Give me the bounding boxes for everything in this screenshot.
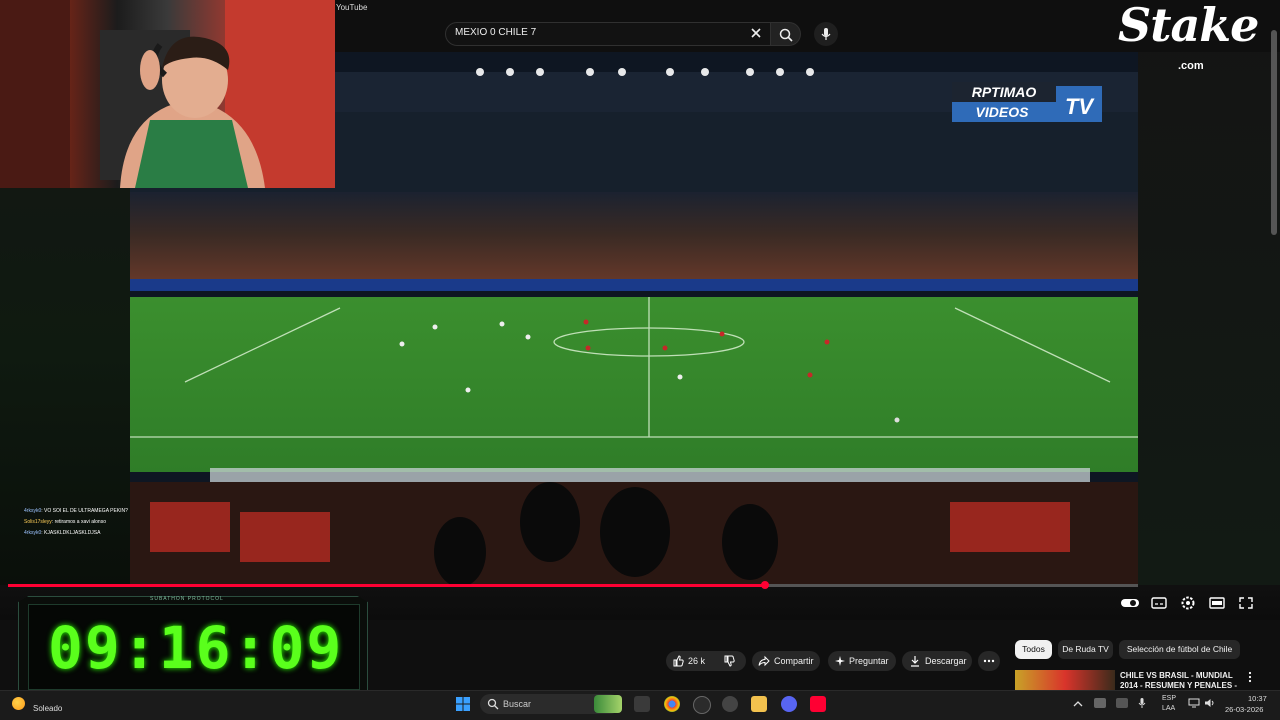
more-vert-icon[interactable]: [1246, 671, 1254, 683]
search-button[interactable]: [771, 22, 801, 46]
clock-time[interactable]: 10:37: [1248, 694, 1267, 703]
progress-scrubber[interactable]: [761, 581, 769, 589]
watermark-line2: VIDEOS: [976, 104, 1030, 120]
recommendation-title[interactable]: CHILE VS BRASIL - MUNDIAL 2014 - RESUMEN…: [1120, 671, 1240, 691]
keyboard-language[interactable]: ESP: [1162, 695, 1176, 702]
voice-search-button[interactable]: [814, 22, 838, 46]
right-background: [1138, 0, 1280, 585]
chip-topic[interactable]: Selección de fútbol de Chile: [1119, 640, 1240, 659]
chat-text: : VO SOI EL DE ULTRAMEGA PEKIN?: [41, 508, 128, 514]
browser-icon[interactable]: [693, 696, 711, 714]
page-scrollbar[interactable]: [1271, 30, 1277, 235]
youtube-app-icon[interactable]: [810, 696, 826, 712]
network-icon[interactable]: [1188, 698, 1200, 708]
thumbs-down-icon[interactable]: [723, 655, 735, 667]
window-title: YouTube: [336, 3, 368, 12]
chrome-icon[interactable]: [664, 696, 680, 712]
subtitles-icon[interactable]: [1150, 595, 1168, 611]
chat-message: 4rksyk0: VO SOI EL DE ULTRAMEGA PEKIN?: [24, 508, 128, 514]
more-icon: [983, 659, 995, 663]
chat-username: 4rksyk0: [24, 508, 42, 514]
search-query-text: MEXIO 0 CHILE 7: [455, 27, 537, 38]
microphone-tray-icon[interactable]: [1137, 697, 1147, 709]
progress-fill: [8, 584, 765, 587]
streamer-webcam: [0, 0, 335, 188]
like-dislike-group: 26 k: [666, 651, 746, 671]
recommendation-thumbnail[interactable]: [1015, 670, 1115, 690]
timer-label: SUBATHON PROTOCOL: [150, 596, 224, 602]
volume-icon[interactable]: [1204, 698, 1216, 708]
chat-message: 4rksyk0: KJASKLDKLJASKLDJSA: [24, 530, 100, 536]
chat-text: : retiramos a xavi alonso: [51, 519, 106, 525]
download-button[interactable]: Descargar: [902, 651, 972, 671]
gear-icon[interactable]: [1179, 595, 1197, 611]
download-label: Descargar: [925, 656, 967, 666]
clock-date[interactable]: 26-03-2026: [1225, 705, 1263, 714]
app-tray-icon[interactable]: [1116, 698, 1128, 708]
folder-icon[interactable]: [751, 696, 767, 712]
ask-label: Preguntar: [849, 656, 889, 666]
more-actions-button[interactable]: [978, 651, 1000, 671]
share-icon: [758, 655, 770, 667]
media-player-icon[interactable]: [722, 696, 738, 712]
chat-username: 4rksyk0: [24, 530, 42, 536]
chat-message: Solis17sleyy: retiramos a xavi alonso: [24, 519, 106, 525]
stake-logo-domain: .com: [1178, 60, 1204, 72]
sparkle-icon: [835, 656, 845, 666]
ask-button[interactable]: Preguntar: [828, 651, 896, 671]
chip-channel[interactable]: De Ruda TV: [1058, 640, 1113, 659]
windows-start-icon[interactable]: [455, 696, 471, 712]
like-count[interactable]: 26 k: [688, 651, 705, 671]
watermark-line1: RPTIMAO: [972, 84, 1037, 100]
sun-icon[interactable]: [12, 697, 25, 710]
share-button[interactable]: Compartir: [752, 651, 820, 671]
search-highlight-icon: [594, 695, 622, 713]
watermark-tv: TV: [1065, 94, 1095, 119]
search-icon: [487, 698, 499, 710]
task-view-icon[interactable]: [634, 696, 650, 712]
chevron-up-icon[interactable]: [1073, 700, 1083, 708]
keyboard-layout[interactable]: LAA: [1162, 705, 1175, 712]
autoplay-toggle-icon[interactable]: [1121, 595, 1139, 611]
stake-logo-text: Stake: [1118, 0, 1259, 52]
discord-icon[interactable]: [781, 696, 797, 712]
thumbs-up-icon[interactable]: [672, 655, 684, 667]
microphone-icon: [821, 28, 831, 40]
taskbar-search-placeholder: Buscar: [503, 699, 532, 709]
fullscreen-icon[interactable]: [1237, 595, 1255, 611]
download-icon: [911, 656, 919, 667]
chip-all[interactable]: Todos: [1015, 640, 1052, 659]
chat-text: : KJASKLDKLJASKLDJSA: [41, 530, 101, 536]
close-icon[interactable]: [749, 26, 763, 40]
chat-username: Solis17sleyy: [24, 519, 52, 525]
search-icon: [779, 28, 793, 42]
share-label: Compartir: [774, 656, 814, 666]
streamer-figure: [0, 0, 335, 188]
weather-label[interactable]: Soleado: [33, 704, 62, 713]
timer-value: 09:16:09: [48, 614, 344, 682]
theater-mode-icon[interactable]: [1208, 595, 1226, 611]
discord-tray-icon[interactable]: [1094, 698, 1106, 708]
channel-watermark: RPTIMAO VIDEOS TV: [952, 82, 1102, 122]
